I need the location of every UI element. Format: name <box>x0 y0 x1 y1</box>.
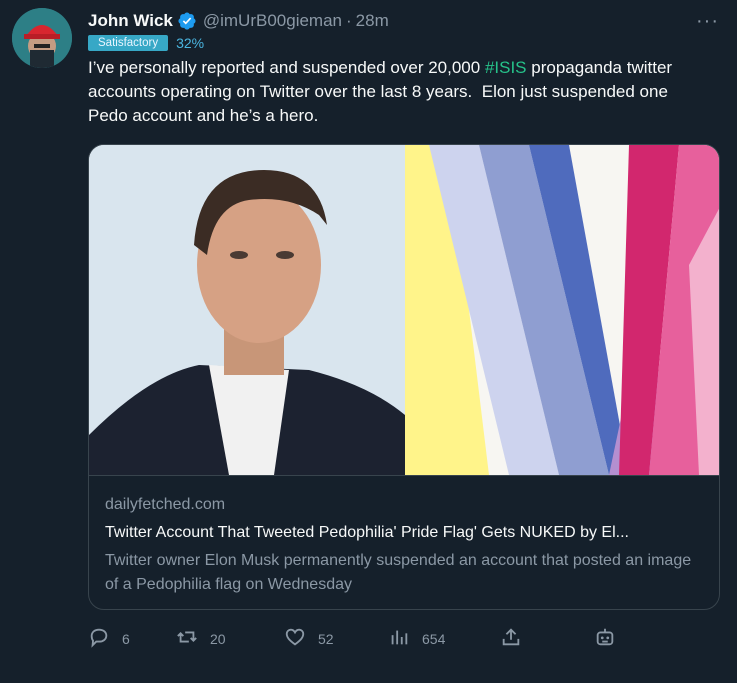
card-domain: dailyfetched.com <box>105 496 226 513</box>
retweet-icon <box>176 626 198 651</box>
rating-badge: Satisfactory <box>88 35 169 51</box>
views-button[interactable]: 654 <box>388 626 445 651</box>
share-button[interactable] <box>500 626 522 651</box>
reply-icon <box>88 626 110 651</box>
like-icon <box>284 626 306 651</box>
card-description: Twitter owner Elon Musk permanently susp… <box>105 552 692 593</box>
reply-count: 6 <box>122 630 130 647</box>
hashtag-link[interactable]: #ISIS <box>485 58 527 77</box>
like-count: 52 <box>318 630 334 647</box>
verified-badge-icon <box>177 11 197 31</box>
tweet[interactable]: John Wick @imUrB00gieman · 28m ··· Satis… <box>0 0 737 683</box>
card-image[interactable] <box>89 145 719 475</box>
timestamp[interactable]: 28m <box>356 11 389 31</box>
action-bar: 6 20 52 654 <box>88 626 628 660</box>
reply-button[interactable]: 6 <box>88 626 130 651</box>
separator-dot: · <box>346 11 352 30</box>
more-icon[interactable]: ··· <box>696 10 719 33</box>
card-info[interactable]: dailyfetched.com Twitter Account That Tw… <box>89 475 719 597</box>
avatar[interactable] <box>12 8 72 68</box>
card-title[interactable]: Twitter Account That Tweeted Pedophilia'… <box>105 521 705 545</box>
bot-button[interactable] <box>594 626 616 651</box>
tweet-text: I’ve personally reported and suspended o… <box>88 56 698 128</box>
views-count: 654 <box>422 630 446 647</box>
tweet-header: John Wick @imUrB00gieman · 28m <box>88 8 717 34</box>
rating-row: Satisfactory 32% <box>88 34 204 52</box>
bot-icon <box>594 626 616 651</box>
share-icon <box>500 626 522 651</box>
views-icon <box>388 626 410 651</box>
like-button[interactable]: 52 <box>284 626 334 651</box>
display-name[interactable]: John Wick <box>88 11 173 31</box>
rating-percent: 32% <box>176 35 205 51</box>
retweet-button[interactable]: 20 <box>176 626 226 651</box>
user-handle[interactable]: @imUrB00gieman <box>203 11 342 31</box>
tweet-text-before: I’ve personally reported and suspended o… <box>88 58 485 77</box>
retweet-count: 20 <box>210 630 226 647</box>
link-card[interactable]: dailyfetched.com Twitter Account That Tw… <box>88 144 720 610</box>
